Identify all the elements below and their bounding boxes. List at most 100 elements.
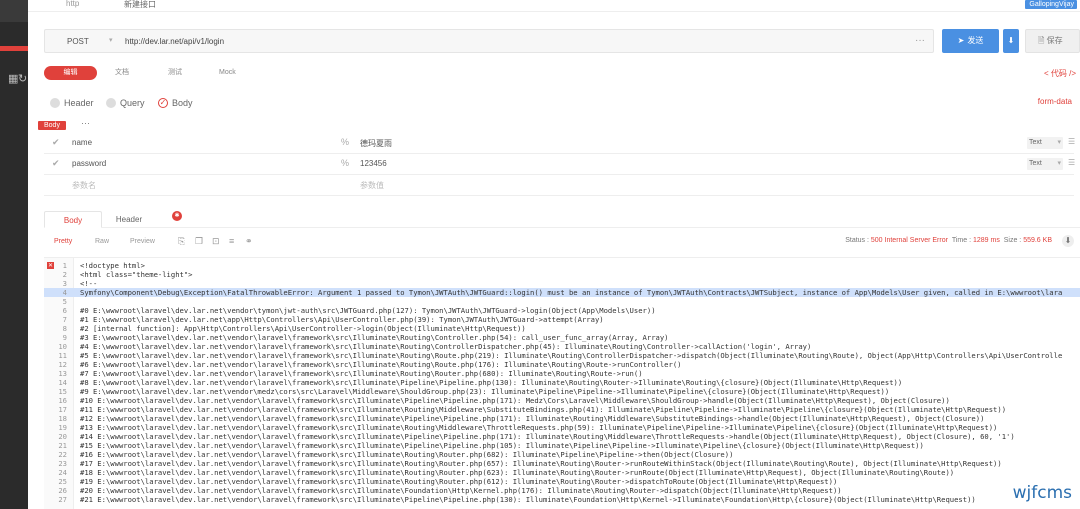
chevron-down-icon[interactable]: ▾ <box>109 36 113 44</box>
tab-response-body[interactable]: Body <box>44 211 102 228</box>
param-type-label: Text <box>1029 160 1042 167</box>
line-number: 13 <box>58 369 67 378</box>
code-line: 4 Symfony\Component\Debug\Exception\Fatal… <box>44 288 1080 297</box>
request-name[interactable]: 新建接口 <box>124 0 156 10</box>
line-number: 20 <box>58 432 67 441</box>
tab-test[interactable]: 测试 <box>168 66 182 80</box>
line-number: 16 <box>58 396 67 405</box>
save-button-label: 保存 <box>1046 36 1063 45</box>
error-marker-icon[interactable]: ✕ <box>47 262 54 269</box>
body-tag[interactable]: Body <box>38 121 66 130</box>
line-number: 9 <box>62 333 67 342</box>
save-button[interactable]: 🗎 保存 <box>1025 29 1080 53</box>
line-number: 17 <box>58 405 67 414</box>
line-number: 23 <box>58 459 67 468</box>
format-icon[interactable]: ⎘ <box>178 236 185 247</box>
more-icon[interactable]: ··· <box>915 35 925 46</box>
menu-icon[interactable]: ☰ <box>1068 158 1075 167</box>
tab-docs[interactable]: 文档 <box>115 66 129 80</box>
param-row: ✔ name % 德玛夏雨 Text ▾ ☰ <box>44 133 1075 154</box>
grid-icon[interactable]: ▦ <box>8 72 18 85</box>
line-number: 14 <box>58 378 67 387</box>
status-value: 500 Internal Server Error <box>870 237 948 244</box>
line-number: 19 <box>58 423 67 432</box>
line-number: 18 <box>58 414 67 423</box>
request-tabs: 编辑 文档 测试 Mock < 代码 /> <box>44 66 1080 82</box>
line-number: 8 <box>62 324 67 333</box>
view-raw[interactable]: Raw <box>89 235 115 249</box>
line-number: 12 <box>58 360 67 369</box>
code-line: 18 #12 E:\wwwroot\laravel\dev.lar.net\ven… <box>44 414 1080 423</box>
code-line: 23 #17 E:\wwwroot\laravel\dev.lar.net\ven… <box>44 459 1080 468</box>
view-preview[interactable]: Preview <box>124 235 161 249</box>
radio-header-label: Header <box>64 98 94 108</box>
percent-icon[interactable]: % <box>341 158 349 168</box>
line-number: 10 <box>58 342 67 351</box>
view-pretty[interactable]: Pretty <box>48 235 78 249</box>
code-text: #4 E:\wwwroot\laravel\dev.lar.net\vendor… <box>80 342 812 351</box>
request-protocol[interactable]: http <box>66 0 79 8</box>
send-icon: ➤ <box>957 36 965 45</box>
bug-icon[interactable]: ✱ <box>172 211 182 221</box>
percent-icon[interactable]: % <box>341 137 349 147</box>
download-icon[interactable]: ⬇ <box>1062 235 1074 247</box>
line-number: 22 <box>58 450 67 459</box>
param-value-placeholder[interactable]: 参数值 <box>360 180 384 191</box>
code-line: 26 #20 E:\wwwroot\laravel\dev.lar.net\ven… <box>44 486 1080 495</box>
line-number: 7 <box>62 315 67 324</box>
code-line: 13 #7 E:\wwwroot\laravel\dev.lar.net\vend… <box>44 369 1080 378</box>
check-icon[interactable]: ✔ <box>52 158 60 169</box>
param-value[interactable]: 德玛夏雨 <box>360 138 392 149</box>
param-type-select[interactable]: Text ▾ <box>1027 158 1063 170</box>
tab-edit[interactable]: 编辑 <box>44 66 97 80</box>
code-line: 27 #21 E:\wwwroot\laravel\dev.lar.net\ven… <box>44 495 1080 504</box>
code-line: 16 #10 E:\wwwroot\laravel\dev.lar.net\ven… <box>44 396 1080 405</box>
url-bar: POST ▾ http://dev.lar.net/api/v1/login ·… <box>44 29 934 53</box>
copy-icon[interactable]: ❐ <box>195 236 203 247</box>
more-icon[interactable]: ··· <box>81 118 90 128</box>
radio-body-label: Body <box>172 98 193 108</box>
menu-icon[interactable]: ☰ <box>1068 137 1075 146</box>
line-number: 15 <box>58 387 67 396</box>
code-text: <!doctype html> <box>80 261 145 270</box>
param-key[interactable]: password <box>72 159 106 168</box>
user-badge[interactable]: GallopingVijay <box>1025 0 1077 9</box>
content-type-select[interactable]: form-data <box>1038 97 1072 106</box>
radio-header[interactable]: Header <box>50 97 94 109</box>
link-icon[interactable]: ⚭ <box>245 236 253 247</box>
code-text: #11 E:\wwwroot\laravel\dev.lar.net\vendo… <box>80 405 1007 414</box>
tab-mock[interactable]: Mock <box>219 66 236 80</box>
param-key[interactable]: name <box>72 138 92 147</box>
line-number: 1 <box>62 261 67 270</box>
code-line: 19 #13 E:\wwwroot\laravel\dev.lar.net\ven… <box>44 423 1080 432</box>
code-link[interactable]: < 代码 /> <box>1044 68 1076 79</box>
param-key-placeholder[interactable]: 参数名 <box>72 180 96 191</box>
line-number: 21 <box>58 441 67 450</box>
send-dropdown-button[interactable]: ⬇ <box>1003 29 1019 53</box>
send-button[interactable]: ➤ 发送 <box>942 29 999 53</box>
method-select[interactable]: POST <box>67 37 89 46</box>
wrap-icon[interactable]: ≡ <box>229 236 234 246</box>
response-code-editor[interactable]: ✕ 1 <!doctype html> 2 <html class="theme-lig… <box>44 257 1080 509</box>
param-type-select[interactable]: Text ▾ <box>1027 137 1063 149</box>
radio-unchecked-icon <box>106 98 116 108</box>
code-text: #21 E:\wwwroot\laravel\dev.lar.net\vendo… <box>80 495 976 504</box>
line-number: 6 <box>62 306 67 315</box>
code-line: 6 #0 E:\wwwroot\laravel\dev.lar.net\vendo… <box>44 306 1080 315</box>
code-text: #3 E:\wwwroot\laravel\dev.lar.net\vendor… <box>80 333 669 342</box>
param-value[interactable]: 123456 <box>360 159 387 168</box>
check-icon[interactable]: ✔ <box>52 137 60 148</box>
time-value: 1289 ms <box>972 237 1000 244</box>
refresh-icon[interactable]: ↻ <box>18 72 27 85</box>
radio-body[interactable]: ✓ Body <box>158 97 193 109</box>
radio-query[interactable]: Query <box>106 97 145 109</box>
response-status: Status : 500 Internal Server Error Time … <box>845 237 1052 244</box>
code-line: 12 #6 E:\wwwroot\laravel\dev.lar.net\vend… <box>44 360 1080 369</box>
url-input[interactable]: http://dev.lar.net/api/v1/login <box>125 37 224 46</box>
tab-response-header[interactable]: Header <box>106 211 152 228</box>
code-text: #20 E:\wwwroot\laravel\dev.lar.net\vendo… <box>80 486 842 495</box>
code-line: 8 #2 [internal function]: App\Http\Contro… <box>44 324 1080 333</box>
response-tabs: Body Header ✱ <box>44 208 1080 228</box>
search-icon[interactable]: ⊡ <box>212 236 220 247</box>
code-text: #0 E:\wwwroot\laravel\dev.lar.net\vendor… <box>80 306 656 315</box>
